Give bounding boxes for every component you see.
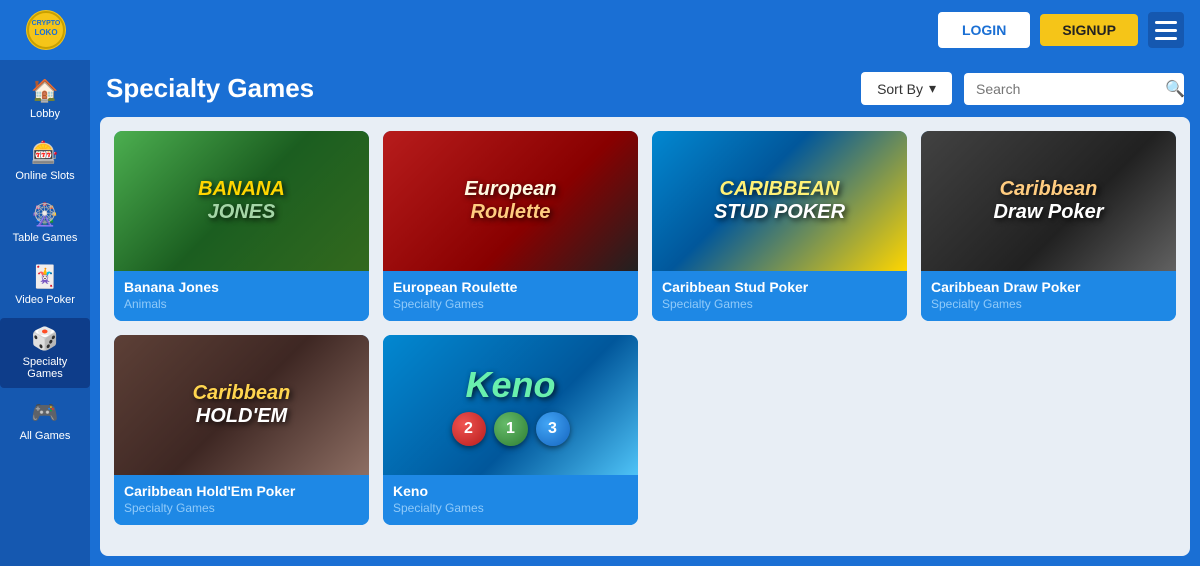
- sidebar-item-label: Online Slots: [15, 170, 74, 182]
- menu-button[interactable]: [1148, 12, 1184, 48]
- game-category: Specialty Games: [393, 501, 628, 515]
- sidebar-item-label: Lobby: [30, 108, 60, 120]
- games-grid: BANANAJONES Banana Jones Animals Europea…: [114, 131, 1176, 525]
- game-name: Caribbean Hold'Em Poker: [124, 483, 359, 499]
- game-name: Caribbean Draw Poker: [931, 279, 1166, 295]
- hamburger-line: [1155, 21, 1177, 24]
- content-area: Specialty Games Sort By ▾ 🔍 BANANAJONES …: [90, 60, 1200, 566]
- logo-icon: CRYPTO LOKO: [16, 8, 76, 52]
- game-thumbnail: EuropeanRoulette: [383, 131, 638, 271]
- game-thumbnail: CaribbeanDraw Poker: [921, 131, 1176, 271]
- game-info: European Roulette Specialty Games: [383, 271, 638, 321]
- game-thumbnail: CARIBBEANSTUD POKER: [652, 131, 907, 271]
- logo-wrap: CRYPTO LOKO: [16, 8, 76, 52]
- sidebar: 🏠 Lobby 🎰 Online Slots 🎡 Table Games 🃏 V…: [0, 60, 90, 566]
- game-card-caribbean-holdem[interactable]: CaribbeanHOLD'EM Caribbean Hold'Em Poker…: [114, 335, 369, 525]
- sort-button[interactable]: Sort By ▾: [861, 72, 952, 105]
- game-card-banana-jones[interactable]: BANANAJONES Banana Jones Animals: [114, 131, 369, 321]
- game-category: Specialty Games: [662, 297, 897, 311]
- sidebar-item-specialty-games[interactable]: 🎲 Specialty Games: [0, 318, 90, 388]
- sidebar-item-online-slots[interactable]: 🎰 Online Slots: [0, 132, 90, 190]
- page-title: Specialty Games: [106, 73, 314, 104]
- signup-button[interactable]: SIGNUP: [1040, 14, 1138, 46]
- sidebar-item-video-poker[interactable]: 🃏 Video Poker: [0, 256, 90, 314]
- login-button[interactable]: LOGIN: [938, 12, 1030, 48]
- game-category: Specialty Games: [393, 297, 628, 311]
- home-icon: 🏠: [31, 78, 58, 104]
- svg-text:LOKO: LOKO: [34, 28, 57, 37]
- specialty-icon: 🎲: [31, 326, 58, 352]
- game-name: Keno: [393, 483, 628, 499]
- sidebar-item-lobby[interactable]: 🏠 Lobby: [0, 70, 90, 128]
- game-card-caribbean-stud-poker[interactable]: CARIBBEANSTUD POKER Caribbean Stud Poker…: [652, 131, 907, 321]
- game-name: Banana Jones: [124, 279, 359, 295]
- top-bar-controls: Sort By ▾ 🔍: [861, 72, 1184, 105]
- sort-label: Sort By: [877, 81, 923, 97]
- chevron-down-icon: ▾: [929, 80, 936, 97]
- cards-icon: 🃏: [31, 264, 58, 290]
- games-container: BANANAJONES Banana Jones Animals Europea…: [100, 117, 1190, 556]
- game-thumbnail: BANANAJONES: [114, 131, 369, 271]
- sidebar-item-label: All Games: [20, 430, 71, 442]
- game-category: Animals: [124, 297, 359, 311]
- hamburger-line: [1155, 37, 1177, 40]
- game-info: Caribbean Hold'Em Poker Specialty Games: [114, 475, 369, 525]
- table-icon: 🎡: [31, 202, 58, 228]
- search-box: 🔍: [964, 73, 1184, 105]
- hamburger-line: [1155, 29, 1177, 32]
- sidebar-item-label: Specialty Games: [4, 356, 86, 380]
- sidebar-item-table-games[interactable]: 🎡 Table Games: [0, 194, 90, 252]
- game-info: Banana Jones Animals: [114, 271, 369, 321]
- game-card-keno[interactable]: Keno 2 1 3 Keno Specialty Games: [383, 335, 638, 525]
- main-layout: 🏠 Lobby 🎰 Online Slots 🎡 Table Games 🃏 V…: [0, 60, 1200, 566]
- sidebar-item-label: Table Games: [13, 232, 78, 244]
- game-info: Keno Specialty Games: [383, 475, 638, 525]
- game-thumbnail: CaribbeanHOLD'EM: [114, 335, 369, 475]
- game-card-caribbean-draw-poker[interactable]: CaribbeanDraw Poker Caribbean Draw Poker…: [921, 131, 1176, 321]
- slots-icon: 🎰: [31, 140, 58, 166]
- game-thumbnail: Keno 2 1 3: [383, 335, 638, 475]
- game-category: Specialty Games: [124, 501, 359, 515]
- search-icon: 🔍: [1165, 79, 1185, 99]
- all-games-icon: 🎮: [31, 400, 58, 426]
- search-input[interactable]: [976, 81, 1157, 97]
- game-name: European Roulette: [393, 279, 628, 295]
- game-card-european-roulette[interactable]: EuropeanRoulette European Roulette Speci…: [383, 131, 638, 321]
- sidebar-item-all-games[interactable]: 🎮 All Games: [0, 392, 90, 450]
- game-info: Caribbean Stud Poker Specialty Games: [652, 271, 907, 321]
- top-bar: Specialty Games Sort By ▾ 🔍: [90, 60, 1200, 117]
- svg-text:CRYPTO: CRYPTO: [32, 20, 61, 27]
- game-info: Caribbean Draw Poker Specialty Games: [921, 271, 1176, 321]
- header-actions: LOGIN SIGNUP: [938, 12, 1184, 48]
- header: CRYPTO LOKO LOGIN SIGNUP: [0, 0, 1200, 60]
- game-name: Caribbean Stud Poker: [662, 279, 897, 295]
- sidebar-item-label: Video Poker: [15, 294, 75, 306]
- game-category: Specialty Games: [931, 297, 1166, 311]
